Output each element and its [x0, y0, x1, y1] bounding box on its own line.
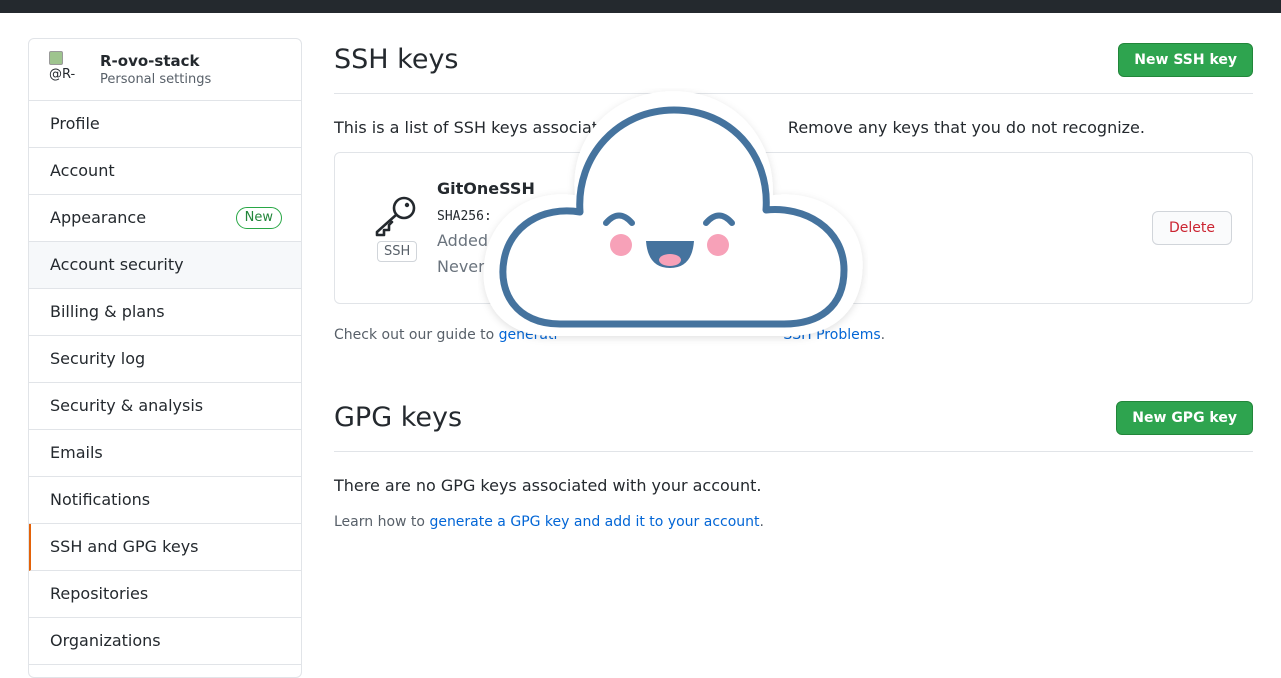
avatar-alt-text: @R-	[49, 67, 76, 82]
settings-sidebar: @R- R-ovo-stack Personal settings Profil…	[28, 38, 302, 678]
ssh-keys-section: SSH keys New SSH key This is a list of S…	[334, 38, 1253, 343]
gpg-learn-text: Learn how to generate a GPG key and add …	[334, 514, 764, 530]
sidebar-item-label: Billing & plans	[50, 302, 165, 321]
gpg-keys-header: GPG keys New GPG key	[334, 396, 1253, 452]
sidebar-item-security-analysis[interactable]: Security & analysis	[29, 383, 301, 430]
sidebar-item-label: Notifications	[50, 490, 151, 509]
ssh-key-type-label: SSH	[377, 241, 418, 262]
sidebar-item-label: Appearance	[50, 208, 147, 227]
sidebar-item-label: Profile	[50, 114, 100, 133]
sidebar-item-ssh-gpg-keys[interactable]: SSH and GPG keys	[29, 524, 301, 571]
new-gpg-key-button[interactable]: New GPG key	[1116, 401, 1253, 435]
sidebar-item-label: Security log	[50, 349, 146, 368]
top-navigation-bar	[0, 0, 1281, 13]
avatar[interactable]: @R-	[49, 51, 87, 85]
sidebar-item-notifications[interactable]: Notifications	[29, 477, 301, 524]
sidebar-item-profile[interactable]: Profile	[29, 101, 301, 148]
gpg-keys-title: GPG keys	[334, 402, 463, 433]
sidebar-item-label: SSH and GPG keys	[50, 537, 199, 556]
ssh-guide-prefix: Check out our guide to	[334, 327, 495, 343]
sidebar-item-account[interactable]: Account	[29, 148, 301, 195]
gpg-learn-suffix: .	[759, 514, 764, 530]
new-badge: New	[235, 207, 282, 229]
gpg-learn-link[interactable]: generate a GPG key and add it to your ac…	[429, 514, 759, 530]
broken-image-icon	[49, 51, 63, 65]
sidebar-item-appearance[interactable]: Appearance New	[29, 195, 301, 242]
sidebar-item-label: Security & analysis	[50, 396, 204, 415]
gpg-keys-section: GPG keys New GPG key There are no GPG ke…	[334, 396, 1253, 530]
sidebar-profile-header: @R- R-ovo-stack Personal settings	[29, 39, 301, 101]
sidebar-item-account-security[interactable]: Account security	[29, 242, 301, 289]
ssh-keys-title: SSH keys	[334, 44, 459, 75]
ssh-keys-header: SSH keys New SSH key	[334, 38, 1253, 94]
sidebar-item-security-log[interactable]: Security log	[29, 336, 301, 383]
sidebar-item-emails[interactable]: Emails	[29, 430, 301, 477]
new-ssh-key-button[interactable]: New SSH key	[1118, 43, 1253, 77]
sidebar-username[interactable]: R-ovo-stack	[100, 52, 199, 70]
sidebar-item-label: Emails	[50, 443, 103, 462]
sidebar-item-label: Repositories	[50, 584, 149, 603]
cloud-mascot-icon	[483, 91, 863, 336]
key-icon	[375, 196, 416, 237]
ssh-guide-suffix: .	[880, 327, 886, 343]
sidebar-item-label: Organizations	[50, 631, 161, 650]
sidebar-item-billing[interactable]: Billing & plans	[29, 289, 301, 336]
sidebar-item-organizations[interactable]: Organizations	[29, 618, 301, 665]
gpg-learn-prefix: Learn how to	[334, 514, 425, 530]
delete-ssh-key-button[interactable]: Delete	[1152, 211, 1232, 245]
sidebar-item-label: Account	[50, 161, 115, 180]
sidebar-item-label: Account security	[50, 255, 184, 274]
sidebar-subtitle: Personal settings	[100, 72, 212, 87]
sidebar-item-repositories[interactable]: Repositories	[29, 571, 301, 618]
gpg-empty-state: There are no GPG keys associated with yo…	[334, 476, 762, 495]
